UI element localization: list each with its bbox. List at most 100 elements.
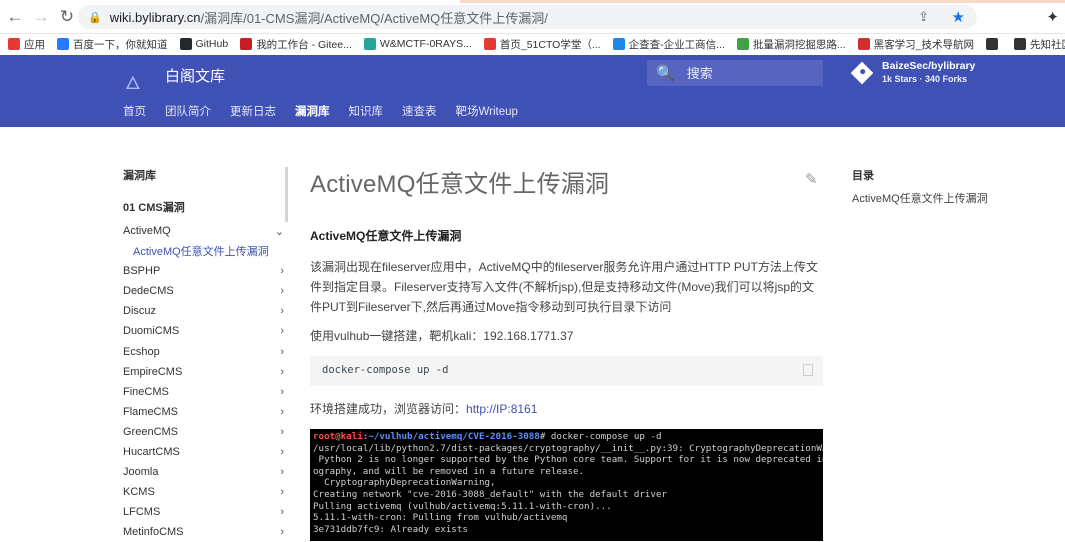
- nav-tab[interactable]: 首页: [123, 103, 146, 119]
- sidebar-item-label: HucartCMS: [123, 445, 180, 458]
- chevron-right-icon[interactable]: ›: [280, 506, 284, 518]
- chevron-right-icon[interactable]: ›: [280, 406, 284, 418]
- chevron-right-icon[interactable]: ›: [280, 446, 284, 458]
- sidebar-item[interactable]: Ecshop ›: [123, 341, 288, 361]
- chevron-right-icon[interactable]: ›: [280, 366, 284, 378]
- flame-logo-icon[interactable]: 🜂: [125, 63, 141, 100]
- bookmark-item[interactable]: 首页_51CTO学堂（...: [483, 37, 601, 52]
- apps-icon: [8, 38, 20, 50]
- github-icon: [179, 38, 192, 50]
- chevron-right-icon[interactable]: ›: [280, 466, 284, 478]
- chevron-down-icon[interactable]: ⌄: [275, 225, 284, 238]
- terminal-user: root@kali: [313, 431, 363, 442]
- bookmarks-bar: 应用 百度一下，你就知道 GitHub 我的工作台 - Gitee... W&MCTF-…: [0, 34, 1065, 54]
- sidebar-item[interactable]: EmpireCMS ›: [123, 362, 288, 382]
- sidebar-nav: 漏洞库 01 CMS漏洞 ActiveMQ ⌄ ActiveMQ任意文件上传漏洞 BS…: [123, 167, 288, 542]
- bookmark-item[interactable]: [985, 38, 1002, 50]
- sidebar-item[interactable]: ActiveMQ ⌄: [123, 221, 288, 241]
- edit-icon[interactable]: ✎: [805, 170, 818, 188]
- nav-tab[interactable]: 靶场Writeup: [456, 103, 518, 119]
- terminal-screenshot: root@kali:~/vulhub/activemq/CVE-2016-308…: [310, 429, 823, 541]
- bookmark-star-icon[interactable]: ★: [952, 8, 965, 26]
- sidebar-item[interactable]: HucartCMS ›: [123, 442, 288, 462]
- sidebar-item[interactable]: DuomiCMS ›: [123, 321, 288, 341]
- chevron-right-icon[interactable]: ›: [280, 346, 284, 358]
- sidebar-item-label: KCMS: [123, 486, 155, 499]
- setup-text: 使用vulhub一键搭建，靶机kali：192.168.1771.37: [310, 329, 574, 343]
- sidebar-scrollbar[interactable]: [285, 167, 288, 222]
- reload-icon[interactable]: ↻: [54, 7, 80, 27]
- browser-toolbar: ← → ↻ 🔒 wiki.bylibrary.cn/漏洞库/01-CMS漏洞/A…: [0, 0, 1065, 34]
- chevron-right-icon[interactable]: ›: [280, 285, 284, 297]
- article: ActiveMQ任意文件上传漏洞 ActiveMQ任意文件上传漏洞 该漏洞出现在…: [310, 164, 823, 541]
- sidebar-item[interactable]: DedeCMS ›: [123, 281, 288, 301]
- sidebar-item[interactable]: FineCMS ›: [123, 382, 288, 402]
- toc-item[interactable]: ActiveMQ任意文件上传漏洞: [852, 190, 988, 206]
- bookmark-item[interactable]: 应用: [8, 37, 45, 52]
- site-title[interactable]: 白阁文库: [165, 65, 225, 86]
- chevron-right-icon[interactable]: ›: [280, 325, 284, 337]
- xianzhi-icon: [1013, 38, 1026, 50]
- sidebar-item[interactable]: MetinfoCMS ›: [123, 522, 288, 542]
- nav-tab[interactable]: 漏洞库: [295, 103, 330, 119]
- sidebar-item-label: BSPHP: [123, 265, 161, 278]
- sidebar-item-label: EmpireCMS: [123, 365, 183, 378]
- bookmark-item[interactable]: 黑客学习_技术导航网: [857, 37, 974, 52]
- bookmark-label: 企查查-企业工商信...: [628, 38, 725, 51]
- sidebar-section[interactable]: 01 CMS漏洞: [123, 199, 288, 215]
- back-icon[interactable]: ←: [2, 7, 28, 27]
- sidebar-item[interactable]: LFCMS ›: [123, 502, 288, 522]
- tab-strip-edge: [460, 0, 1065, 3]
- search-icon: 🔍: [656, 65, 675, 82]
- bookmark-label: W&MCTF-0RAYS...: [379, 38, 472, 50]
- terminal-line: 5.11.1-with-cron: Pulling from vulhub/ac…: [313, 512, 568, 524]
- bookmark-item[interactable]: 百度一下，你就知道: [57, 37, 168, 52]
- success-link[interactable]: http://IP:8161: [466, 402, 537, 416]
- terminal-line: CryptographyDeprecationWarning,: [313, 477, 496, 489]
- terminal-line: ography, and will be removed in a future…: [313, 465, 585, 477]
- sidebar-item-label: ActiveMQ: [123, 225, 171, 238]
- sidebar-item-label: LFCMS: [123, 506, 161, 519]
- article-paragraph: 该漏洞出现在fileserver应用中，ActiveMQ中的fileserver…: [310, 260, 818, 314]
- forward-icon[interactable]: →: [28, 7, 54, 27]
- repo-link[interactable]: BaizeSec/bylibrary 1k Stars · 340 Forks: [850, 60, 975, 85]
- terminal-line: 3e731ddb7fc9: Already exists: [313, 523, 468, 535]
- search-box[interactable]: 🔍: [647, 60, 823, 86]
- chevron-right-icon[interactable]: ›: [280, 486, 284, 498]
- chevron-right-icon[interactable]: ›: [280, 265, 284, 277]
- sidebar-item[interactable]: Joomla ›: [123, 462, 288, 482]
- chevron-right-icon[interactable]: ›: [280, 386, 284, 398]
- sidebar-item-label: Joomla: [123, 466, 159, 479]
- bookmark-item[interactable]: 批量漏洞挖掘思路...: [736, 37, 846, 52]
- search-input[interactable]: [686, 65, 807, 81]
- chevron-right-icon[interactable]: ›: [280, 305, 284, 317]
- success-prefix: 环境搭建成功，浏览器访问：: [310, 402, 467, 416]
- bookmark-item[interactable]: 先知社区: [1013, 37, 1065, 52]
- sidebar-item[interactable]: GreenCMS ›: [123, 422, 288, 442]
- sidebar-item-label: FlameCMS: [123, 405, 179, 418]
- chevron-right-icon[interactable]: ›: [280, 426, 284, 438]
- bookmark-item[interactable]: GitHub: [179, 38, 228, 50]
- sidebar-list: ActiveMQ ⌄ ActiveMQ任意文件上传漏洞 BSPHP › DedeCMS › D…: [123, 221, 288, 542]
- 51cto-icon: [483, 38, 496, 50]
- share-icon[interactable]: ⇪: [918, 9, 929, 25]
- nav-tab[interactable]: 团队简介: [165, 103, 211, 119]
- address-bar[interactable]: 🔒 wiki.bylibrary.cn/漏洞库/01-CMS漏洞/ActiveM…: [78, 5, 977, 29]
- bookmark-item[interactable]: W&MCTF-0RAYS...: [363, 38, 472, 50]
- sidebar-item[interactable]: Discuz ›: [123, 301, 288, 321]
- nav-tab[interactable]: 速查表: [402, 103, 437, 119]
- main-tabs: 首页 团队简介 更新日志 漏洞库 知识库 速查表 靶场Writeup: [123, 103, 537, 119]
- baidu-icon: [57, 38, 69, 50]
- bookmark-item[interactable]: 我的工作台 - Gitee...: [240, 37, 352, 52]
- bookmark-label: 黑客学习_技术导航网: [873, 38, 974, 51]
- sidebar-subitem-active[interactable]: ActiveMQ任意文件上传漏洞: [123, 241, 288, 261]
- bookmark-item[interactable]: 企查查-企业工商信...: [612, 37, 725, 52]
- sidebar-item[interactable]: BSPHP ›: [123, 261, 288, 281]
- copy-icon[interactable]: [803, 364, 813, 376]
- extensions-icon[interactable]: ✦: [1046, 8, 1059, 26]
- nav-tab[interactable]: 更新日志: [230, 103, 276, 119]
- sidebar-item[interactable]: KCMS ›: [123, 482, 288, 502]
- terminal-line: Creating network "cve-2016-3088_default"…: [313, 488, 668, 500]
- nav-tab[interactable]: 知识库: [349, 103, 384, 119]
- sidebar-item[interactable]: FlameCMS ›: [123, 402, 288, 422]
